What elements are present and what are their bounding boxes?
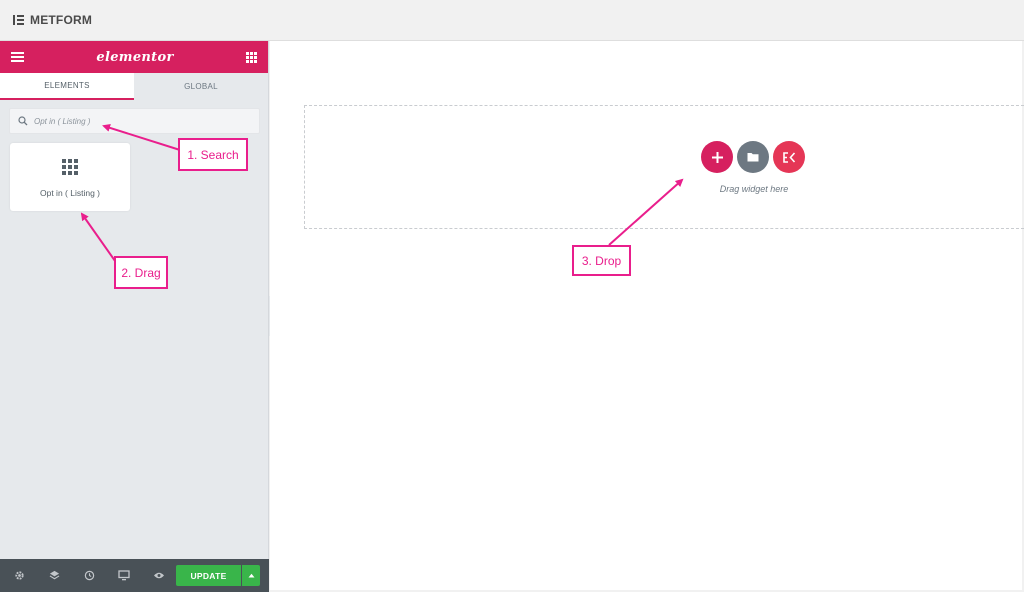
panel-header: elementor xyxy=(0,41,268,73)
search-icon xyxy=(18,116,28,126)
responsive-desktop-icon[interactable] xyxy=(114,566,134,586)
elementor-brand: elementor xyxy=(96,49,174,65)
panel-footer: UPDATE xyxy=(0,559,269,592)
annotation-search: 1. Search xyxy=(178,138,248,171)
add-template-button[interactable] xyxy=(737,141,769,173)
widget-label: Opt in ( Listing ) xyxy=(40,188,100,198)
elementskit-button[interactable] xyxy=(773,141,805,173)
widget-opt-in-listing[interactable]: Opt in ( Listing ) xyxy=(10,143,130,211)
plus-icon xyxy=(711,151,723,163)
hamburger-menu-icon[interactable] xyxy=(11,52,24,62)
add-section-button[interactable] xyxy=(701,141,733,173)
widget-grid-icon xyxy=(62,159,78,175)
top-bar: METFORM xyxy=(0,0,1024,41)
tab-elements[interactable]: ELEMENTS xyxy=(0,73,134,100)
drop-zone[interactable] xyxy=(304,105,1024,229)
search-input-value: Opt in ( Listing ) xyxy=(34,116,91,126)
drag-widget-hint: Drag widget here xyxy=(719,184,789,194)
tab-global[interactable]: GLOBAL xyxy=(134,73,268,100)
annotation-drop: 3. Drop xyxy=(572,245,631,276)
page-title: METFORM xyxy=(30,13,93,27)
caret-up-icon xyxy=(248,573,254,578)
update-options-button[interactable] xyxy=(242,565,260,586)
elementskit-logo-icon xyxy=(782,151,795,163)
navigator-layers-icon[interactable] xyxy=(44,566,64,586)
folder-icon xyxy=(747,153,759,162)
update-button[interactable]: UPDATE xyxy=(176,565,241,586)
elementor-panel: elementor ELEMENTS GLOBAL Opt in ( Listi… xyxy=(0,41,269,592)
settings-gear-icon[interactable] xyxy=(9,566,29,586)
history-icon[interactable] xyxy=(79,566,99,586)
panel-tabs: ELEMENTS GLOBAL xyxy=(0,73,268,100)
search-input[interactable]: Opt in ( Listing ) xyxy=(9,108,260,134)
preview-eye-icon[interactable] xyxy=(149,566,169,586)
elementor-logo-icon xyxy=(13,15,24,25)
widgets-grid-icon[interactable] xyxy=(246,51,257,63)
annotation-drag: 2. Drag xyxy=(114,256,168,289)
